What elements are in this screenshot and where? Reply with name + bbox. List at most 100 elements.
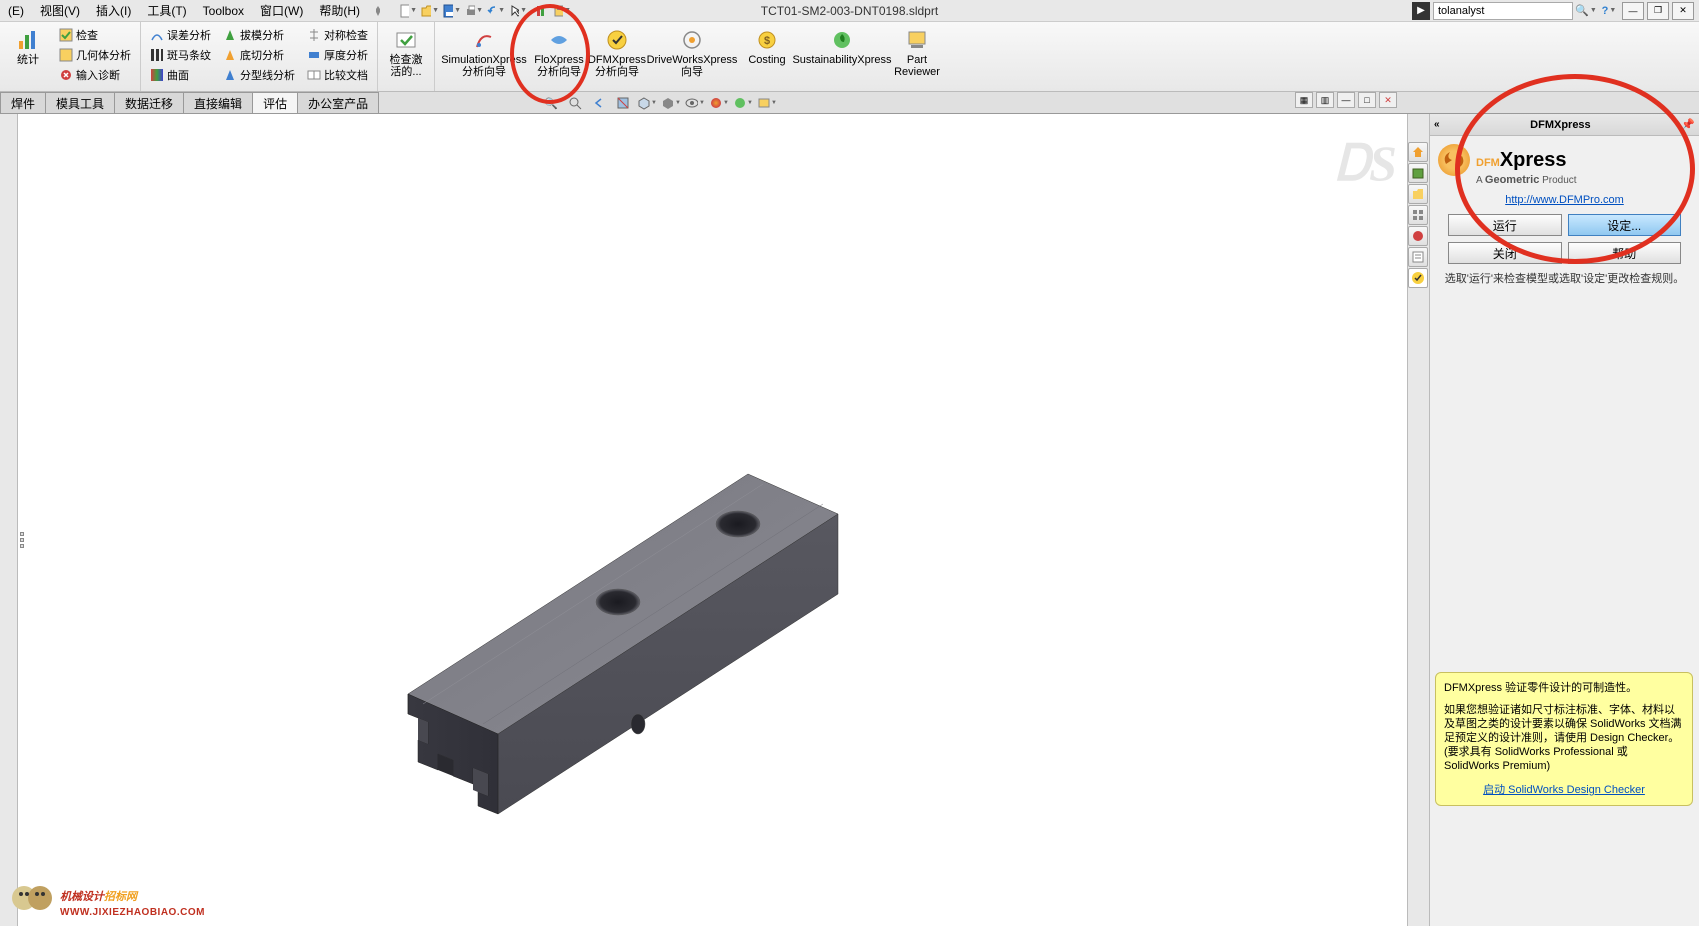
compare-documents-button[interactable]: 比较文档: [302, 65, 373, 85]
curvature-button[interactable]: 曲面: [145, 65, 216, 85]
quick-access-toolbar: ▼ ▼ ▼ ▼ ▼ ▼ ▼: [398, 2, 572, 20]
solidworks-watermark-icon: ᎠS: [1335, 134, 1397, 193]
dfmxpress-button[interactable]: DFMXpress 分析向导: [589, 25, 645, 88]
zoom-fit-icon[interactable]: 🔍: [540, 93, 562, 113]
check-active-button[interactable]: 检查激活的...: [382, 25, 430, 88]
simulationxpress-button[interactable]: SimulationXpress 分析向导: [439, 25, 529, 88]
info-line-2: 如果您想验证诸如尺寸标注标准、字体、材料以及草图之类的设计要素以确保 Solid…: [1444, 703, 1684, 773]
watermark-icon: [10, 876, 54, 920]
options-icon[interactable]: ▼: [552, 2, 572, 20]
tab-evaluate[interactable]: 评估: [252, 92, 298, 113]
previous-view-icon[interactable]: [588, 93, 610, 113]
info-line-1: DFMXpress 验证零件设计的可制造性。: [1444, 681, 1684, 695]
ribbon: 统计 检查 几何体分析 输入诊断 误差分析 斑马条纹 曲面 拔模分析 底切分析 …: [0, 22, 1699, 92]
task-pane-tabs: [1407, 114, 1429, 926]
deviation-analysis-button[interactable]: 误差分析: [145, 25, 216, 45]
menu-tools[interactable]: 工具(T): [139, 2, 194, 19]
open-icon[interactable]: ▼: [420, 2, 440, 20]
task-tab-file-explorer-icon[interactable]: [1408, 184, 1428, 204]
panel-pin-icon[interactable]: 📌: [1681, 118, 1695, 131]
help-panel-button[interactable]: 帮助: [1568, 242, 1682, 264]
dfmxpress-logo-icon: [1438, 144, 1470, 176]
floxpress-button[interactable]: FloXpress 分析向导: [531, 25, 587, 88]
vp-maximize-icon[interactable]: □: [1358, 92, 1376, 108]
dfmxpress-panel: « DFMXpress 📌 DFMXpress A Geometric Prod…: [1429, 114, 1699, 926]
new-icon[interactable]: ▼: [398, 2, 418, 20]
section-view-icon[interactable]: [612, 93, 634, 113]
vp-close-icon[interactable]: ✕: [1379, 92, 1397, 108]
import-diagnostics-button[interactable]: 输入诊断: [54, 65, 136, 85]
file-title: TCT01-SM2-003-DNT0198.sldprt: [761, 4, 938, 18]
zebra-stripes-button[interactable]: 斑马条纹: [145, 45, 216, 65]
zoom-area-icon[interactable]: [564, 93, 586, 113]
menu-window[interactable]: 窗口(W): [252, 2, 311, 19]
undercut-analysis-button[interactable]: 底切分析: [218, 45, 300, 65]
menu-edit[interactable]: (E): [0, 4, 32, 18]
edit-appearance-icon[interactable]: ▼: [708, 93, 730, 113]
minimize-button[interactable]: —: [1622, 2, 1644, 20]
search-cmd-icon[interactable]: ▶: [1412, 2, 1430, 20]
menu-help[interactable]: 帮助(H): [311, 2, 368, 19]
vp-minimize-icon[interactable]: —: [1337, 92, 1355, 108]
costing-button[interactable]: $Costing: [739, 25, 795, 88]
close-button[interactable]: ✕: [1672, 2, 1694, 20]
feature-manager-splitter[interactable]: [0, 114, 18, 926]
vp-unsplit-icon[interactable]: ▦: [1295, 92, 1313, 108]
display-style-icon[interactable]: ▼: [660, 93, 682, 113]
save-icon[interactable]: ▼: [442, 2, 462, 20]
check-button[interactable]: 检查: [54, 25, 136, 45]
dfmxpress-brand: DFMXpress: [1476, 149, 1567, 172]
driveworksxpress-button[interactable]: DriveWorksXpress 向导: [647, 25, 737, 88]
panel-title: DFMXpress: [1440, 119, 1682, 131]
help-icon[interactable]: ?▼: [1599, 2, 1619, 20]
splitter-handle[interactable]: [20, 520, 28, 560]
close-panel-button[interactable]: 关闭: [1448, 242, 1562, 264]
pushpin-icon[interactable]: [368, 2, 388, 20]
run-button[interactable]: 运行: [1448, 214, 1562, 236]
task-tab-home-icon[interactable]: [1408, 142, 1428, 162]
graphics-viewport[interactable]: ▦ ▥ — □ ✕ ᎠS: [18, 114, 1407, 926]
sustainabilityxpress-button[interactable]: SustainabilityXpress: [797, 25, 887, 88]
tab-office-products[interactable]: 办公室产品: [297, 92, 379, 113]
task-tab-dfmxpress-icon[interactable]: [1408, 268, 1428, 288]
apply-scene-icon[interactable]: ▼: [732, 93, 754, 113]
view-orientation-icon[interactable]: ▼: [636, 93, 658, 113]
parting-line-analysis-button[interactable]: 分型线分析: [218, 65, 300, 85]
hide-show-icon[interactable]: ▼: [684, 93, 706, 113]
task-tab-design-library-icon[interactable]: [1408, 163, 1428, 183]
menu-view[interactable]: 视图(V): [32, 2, 88, 19]
task-tab-custom-props-icon[interactable]: [1408, 247, 1428, 267]
tab-direct-editing[interactable]: 直接编辑: [183, 92, 253, 113]
thickness-analysis-button[interactable]: 厚度分析: [302, 45, 373, 65]
part-model[interactable]: [278, 374, 878, 854]
view-settings-icon[interactable]: ▼: [756, 93, 778, 113]
part-reviewer-button[interactable]: Part Reviewer: [889, 25, 945, 88]
tab-data-migration[interactable]: 数据迁移: [114, 92, 184, 113]
select-icon[interactable]: ▼: [508, 2, 528, 20]
tab-mold-tools[interactable]: 模具工具: [45, 92, 115, 113]
task-tab-view-palette-icon[interactable]: [1408, 205, 1428, 225]
search-go-icon[interactable]: 🔍▼: [1576, 2, 1596, 20]
statistics-button[interactable]: 统计: [4, 25, 52, 88]
info-box: DFMXpress 验证零件设计的可制造性。 如果您想验证诸如尺寸标注标准、字体…: [1435, 672, 1693, 806]
tab-weldments[interactable]: 焊件: [0, 92, 46, 113]
launch-design-checker-link[interactable]: 启动 SolidWorks Design Checker: [1444, 783, 1684, 797]
restore-button[interactable]: ❐: [1647, 2, 1669, 20]
dfmpro-link[interactable]: http://www.DFMPro.com: [1438, 194, 1691, 206]
task-tab-appearances-icon[interactable]: [1408, 226, 1428, 246]
symmetry-check-button[interactable]: 对称检查: [302, 25, 373, 45]
settings-button[interactable]: 设定...: [1568, 214, 1682, 236]
geometry-analysis-button[interactable]: 几何体分析: [54, 45, 136, 65]
dfmxpress-hint: 选取'运行'来检查模型或选取'设定'更改检查规则。: [1444, 272, 1685, 286]
search-input[interactable]: [1433, 2, 1573, 20]
vp-split-icon[interactable]: ▥: [1316, 92, 1334, 108]
heads-up-view-toolbar: 🔍 ▼ ▼ ▼ ▼ ▼ ▼: [540, 92, 778, 114]
print-icon[interactable]: ▼: [464, 2, 484, 20]
draft-analysis-button[interactable]: 拔模分析: [218, 25, 300, 45]
undo-icon[interactable]: ▼: [486, 2, 506, 20]
rebuild-icon[interactable]: [530, 2, 550, 20]
menu-insert[interactable]: 插入(I): [88, 2, 139, 19]
dfmxpress-subtitle: A Geometric Product: [1476, 174, 1691, 186]
menu-toolbox[interactable]: Toolbox: [195, 4, 252, 18]
command-tabs: 焊件 模具工具 数据迁移 直接编辑 评估 办公室产品: [0, 92, 1699, 114]
